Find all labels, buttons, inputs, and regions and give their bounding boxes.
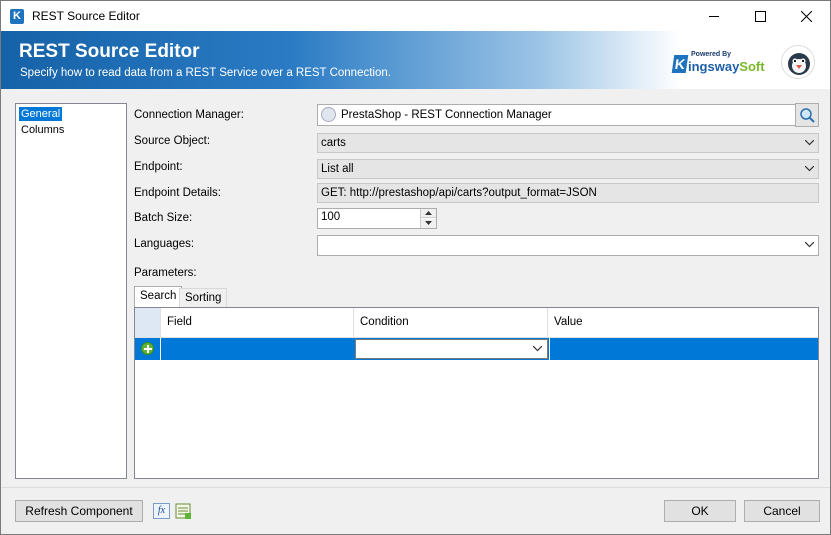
- languages-select[interactable]: [317, 235, 819, 256]
- sidebar-item-general[interactable]: General: [19, 107, 63, 121]
- endpoint-value: List all: [321, 163, 354, 175]
- endpoint-details-value: GET: http://prestashop/api/carts?output_…: [321, 187, 597, 199]
- decrement-button[interactable]: [421, 219, 436, 228]
- endpoint-label: Endpoint:: [134, 161, 183, 173]
- chevron-down-icon: [805, 242, 814, 248]
- search-icon: [800, 108, 815, 123]
- prestashop-logo-icon: [781, 45, 815, 79]
- column-header-value[interactable]: Value: [548, 308, 818, 338]
- add-row-icon: [141, 342, 154, 355]
- spin-buttons: [420, 209, 436, 228]
- kingswaysoft-logo: Powered By K ingswaySoft: [671, 51, 765, 79]
- source-object-value: carts: [321, 137, 346, 149]
- banner-title: REST Source Editor: [19, 41, 200, 62]
- window-title: REST Source Editor: [32, 9, 140, 23]
- chevron-down-icon: [425, 221, 432, 225]
- powered-by-text: Powered By: [691, 51, 732, 58]
- minimize-button[interactable]: [692, 1, 738, 31]
- tab-sorting[interactable]: Sorting: [179, 288, 228, 308]
- lookup-connection-button[interactable]: [795, 103, 819, 127]
- endpoint-select[interactable]: List all: [317, 159, 819, 179]
- close-icon: [801, 11, 812, 22]
- parameters-label: Parameters:: [134, 267, 197, 279]
- rest-source-editor-window: K REST Source Editor REST Source Editor …: [0, 0, 831, 535]
- sidebar-nav: General Columns: [15, 103, 127, 479]
- kingswaysoft-name: ingswaySoft: [688, 59, 765, 74]
- cancel-button[interactable]: Cancel: [744, 500, 820, 522]
- app-icon: K: [10, 9, 24, 24]
- languages-label: Languages:: [134, 238, 195, 250]
- refresh-component-button[interactable]: Refresh Component: [15, 500, 143, 522]
- parameters-grid: Field Condition Value: [134, 307, 819, 479]
- maximize-button[interactable]: [738, 1, 784, 31]
- connection-manager-select[interactable]: PrestaShop - REST Connection Manager: [317, 104, 819, 126]
- batch-size-stepper[interactable]: 100: [317, 208, 437, 229]
- grid-row-header-corner: [135, 308, 161, 338]
- tab-search[interactable]: Search: [134, 286, 183, 307]
- minimize-icon: [709, 16, 719, 17]
- condition-dropdown[interactable]: [355, 339, 548, 359]
- connection-manager-label: Connection Manager:: [134, 109, 244, 121]
- endpoint-details-field: GET: http://prestashop/api/carts?output_…: [317, 183, 819, 203]
- footer-divider: [1, 487, 830, 488]
- maximize-icon: [755, 11, 766, 22]
- sidebar-item-columns[interactable]: Columns: [19, 123, 66, 137]
- header-banner: REST Source Editor Specify how to read d…: [1, 31, 830, 89]
- batch-size-value: 100: [321, 211, 341, 223]
- batch-size-label: Batch Size:: [134, 212, 193, 224]
- column-header-field[interactable]: Field: [161, 308, 354, 338]
- table-row[interactable]: [135, 338, 818, 360]
- title-bar: K REST Source Editor: [1, 1, 830, 31]
- increment-button[interactable]: [421, 209, 436, 218]
- add-row-cell[interactable]: [135, 338, 161, 360]
- chevron-up-icon: [425, 211, 432, 215]
- value-cell[interactable]: [549, 338, 818, 360]
- ok-button[interactable]: OK: [664, 500, 736, 522]
- connection-manager-value: PrestaShop - REST Connection Manager: [341, 109, 552, 121]
- endpoint-details-label: Endpoint Details:: [134, 187, 221, 199]
- field-cell[interactable]: [162, 338, 354, 360]
- banner-subtitle: Specify how to read data from a REST Ser…: [20, 67, 391, 79]
- close-button[interactable]: [784, 1, 830, 31]
- prestashop-icon: [321, 107, 336, 122]
- chevron-down-icon: [533, 346, 542, 352]
- chevron-down-icon: [805, 140, 814, 146]
- source-object-select[interactable]: carts: [317, 133, 819, 153]
- fx-icon[interactable]: fx: [153, 503, 170, 519]
- source-object-label: Source Object:: [134, 135, 211, 147]
- column-header-condition[interactable]: Condition: [354, 308, 548, 338]
- kingswaysoft-k-icon: K: [671, 55, 689, 73]
- chevron-down-icon: [805, 166, 814, 172]
- variables-icon[interactable]: [175, 503, 192, 520]
